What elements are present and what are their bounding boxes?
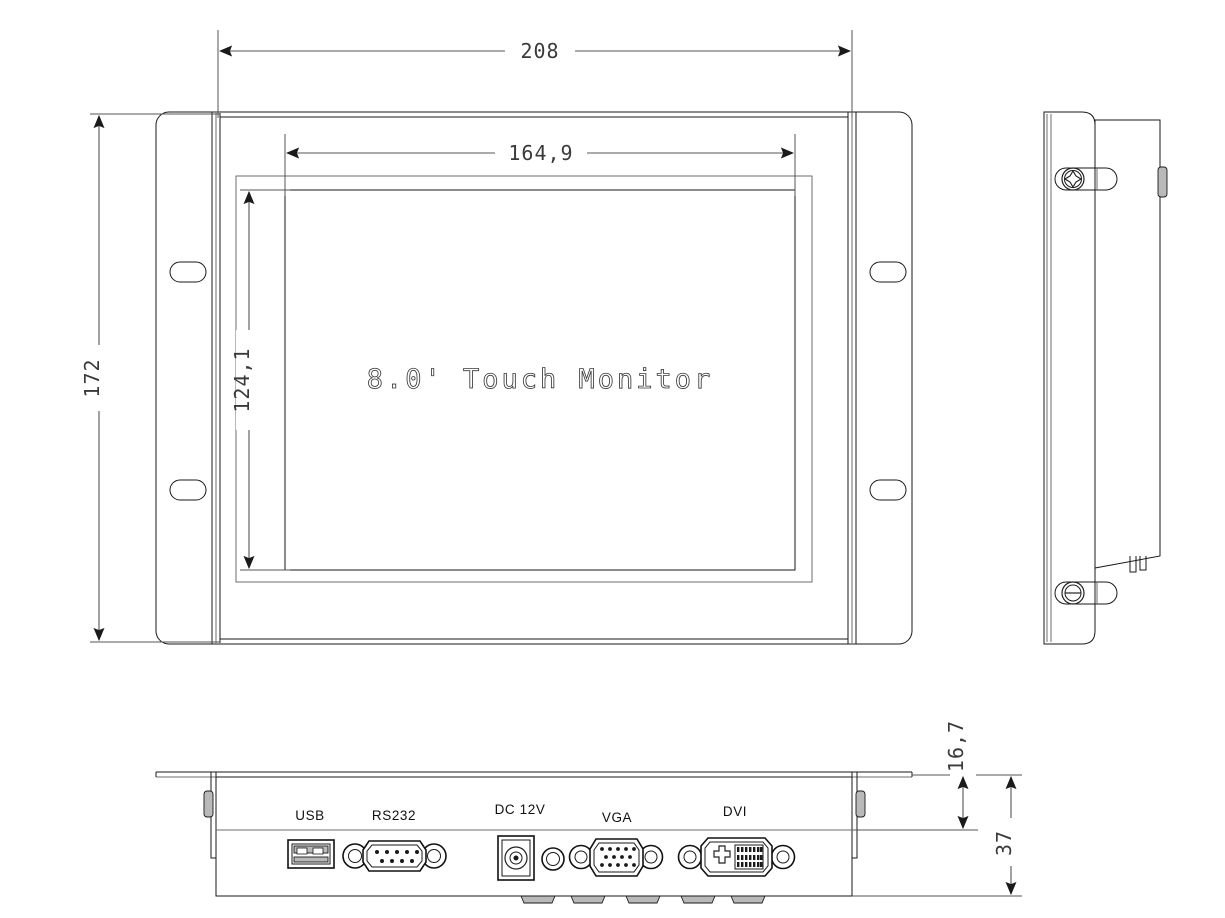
port-label-rs232: RS232 — [372, 808, 416, 823]
screw-bottom-slotted — [1061, 581, 1085, 605]
technical-drawing: 8.0' Touch Monitor 208 164,9 172 124,1 U… — [0, 0, 1225, 918]
dim-label-height-overall: 172 — [80, 358, 104, 397]
dim-label-depth-bezel: 16,7 — [944, 720, 968, 772]
mount-slot-right-top — [869, 261, 907, 283]
screw-top-phillips — [1061, 167, 1085, 191]
port-label-dc12v: DC 12V — [495, 802, 546, 817]
bottom-view-dimensions: 16,7 37 — [852, 718, 1024, 897]
side-rear-tab — [1157, 166, 1168, 198]
usb-bottom-strip — [293, 856, 329, 863]
side-view — [1043, 111, 1168, 645]
port-label-usb: USB — [295, 808, 325, 823]
aux-round-port — [541, 847, 565, 871]
dvi-screw-right-outer — [770, 844, 796, 870]
dim-label-width-overall: 208 — [520, 39, 559, 63]
rs232-port — [342, 840, 447, 872]
mount-slot-right-bottom — [869, 479, 907, 501]
front-view: 8.0' Touch Monitor — [155, 111, 913, 645]
bottom-view: USB RS232 DC 12V VGA DVI — [155, 771, 913, 904]
usb-contact-1 — [296, 847, 308, 855]
mount-slot-left-top — [169, 261, 207, 283]
dc12v-port — [497, 835, 535, 881]
usb-port — [287, 839, 335, 869]
vga-port — [568, 838, 664, 877]
bottom-right-tab — [855, 790, 866, 818]
bottom-tab-1 — [520, 895, 556, 904]
screen-label: 8.0' Touch Monitor — [367, 364, 714, 395]
bottom-tab-3 — [625, 895, 661, 904]
bottom-tab-2 — [570, 895, 606, 904]
side-rear-body — [1094, 119, 1161, 569]
bottom-tab-5 — [730, 895, 766, 904]
side-bottom-stub-a — [1129, 556, 1137, 573]
dim-label-width-screen: 164,9 — [508, 141, 573, 165]
cad-canvas: 8.0' Touch Monitor 208 164,9 172 124,1 U… — [80, 30, 1168, 904]
dvi-port — [677, 837, 796, 877]
port-label-dvi: DVI — [723, 804, 747, 819]
dim-label-depth-overall: 37 — [992, 830, 1016, 856]
side-bottom-stub-b — [1139, 556, 1147, 571]
front-view-dimensions: 208 164,9 172 124,1 — [80, 30, 853, 643]
dc-jack-center-pin — [513, 855, 519, 861]
bottom-tabs-group — [520, 895, 766, 904]
dim-label-height-screen: 124,1 — [230, 347, 254, 412]
mount-slot-left-bottom — [169, 479, 207, 501]
bottom-tab-4 — [680, 895, 716, 904]
bottom-left-tab — [203, 790, 214, 818]
vga-screw-left-outer — [568, 844, 594, 870]
side-bezel-strip — [1043, 111, 1096, 645]
dvi-screw-left-outer — [677, 844, 703, 870]
port-label-vga: VGA — [602, 810, 632, 825]
usb-contact-2 — [312, 847, 324, 855]
aux-ring-outer — [541, 847, 565, 871]
